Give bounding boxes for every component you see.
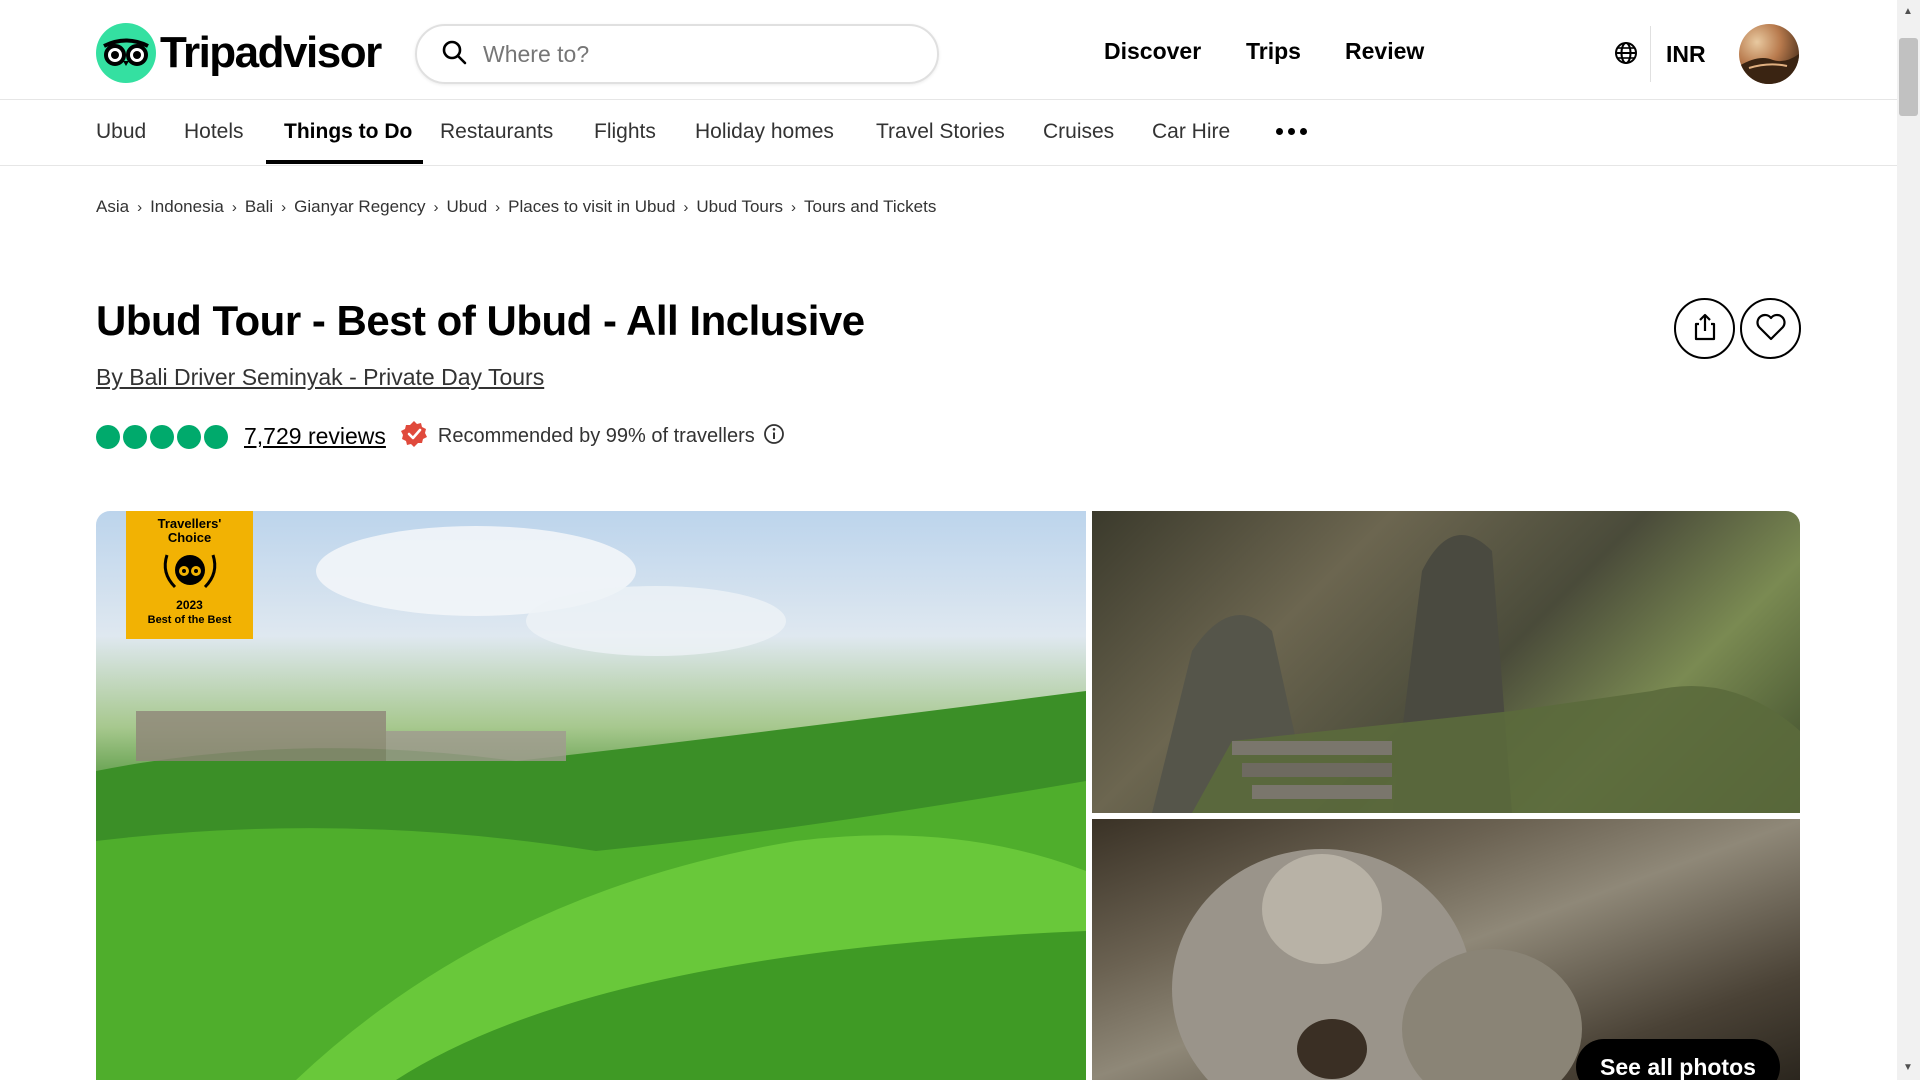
rating-bubble-icon [96,424,120,449]
breadcrumb-current[interactable]: Tours and Tickets [804,197,936,217]
breadcrumb-link[interactable]: Places to visit in Ubud [508,197,675,217]
laurel-owl-icon [155,545,225,600]
subnav-flights[interactable]: Flights [594,120,656,144]
rating-bubble-icon [123,424,147,449]
scrollbar-thumb[interactable] [1899,38,1918,116]
photo-temple-statues[interactable] [1092,511,1800,813]
search-input[interactable] [483,40,903,68]
active-tab-indicator [266,160,423,164]
badge-year: 2023 [176,598,203,612]
chevron-right-icon: › [791,198,797,216]
breadcrumb-link[interactable]: Bali [245,197,273,217]
rating-bubble-icon [204,424,228,449]
heart-icon [1755,312,1787,345]
rating-row: 7,729 reviews Recommended by 99% of trav… [96,420,785,453]
nav-trips[interactable]: Trips [1246,38,1301,65]
nav-review[interactable]: Review [1345,38,1424,65]
subnav-travel-stories[interactable]: Travel Stories [876,120,1005,144]
subnav-ubud[interactable]: Ubud [96,120,146,144]
subnav-holiday-homes[interactable]: Holiday homes [695,120,834,144]
more-options-icon[interactable] [1276,128,1307,135]
chevron-right-icon: › [281,198,287,216]
badge-title-line2: Choice [167,530,212,545]
subnav-cruises[interactable]: Cruises [1043,120,1114,144]
page-title: Ubud Tour - Best of Ubud - All Inclusive [96,297,865,344]
recommended-text: Recommended by 99% of travellers [437,425,755,447]
chevron-right-icon: › [137,198,143,216]
breadcrumb-link[interactable]: Ubud [447,197,488,217]
breadcrumb-link[interactable]: Asia [96,197,129,217]
globe-icon[interactable] [1613,40,1639,71]
travellers-choice-badge: Travellers' Choice 2023 Best of the Best [126,511,253,639]
chevron-right-icon: › [495,198,501,216]
reviews-link[interactable]: 7,729 reviews [244,423,386,450]
search-icon [441,39,467,70]
rating-bubble-icon [177,424,201,449]
scroll-up-arrow-icon[interactable]: ▲ [1903,6,1913,17]
owl-logo-icon [96,23,156,83]
share-icon [1690,312,1720,345]
page-scrollbar[interactable] [1897,0,1920,1080]
chevron-right-icon: › [231,198,237,216]
breadcrumb: Asia › Indonesia › Bali › Gianyar Regency › … [96,197,936,217]
save-button[interactable] [1740,298,1801,359]
breadcrumb-link[interactable]: Ubud Tours [696,197,783,217]
tripadvisor-logo[interactable]: Tripadvisor [96,23,382,83]
logo-wordmark: Tripadvisor [160,28,382,77]
nav-discover[interactable]: Discover [1104,38,1201,65]
badge-title-line1: Travellers' [157,516,222,531]
badge-subtitle: Best of the Best [147,614,232,626]
scroll-down-arrow-icon[interactable]: ▼ [1903,1062,1913,1073]
chevron-right-icon: › [683,198,689,216]
breadcrumb-link[interactable]: Gianyar Regency [294,197,425,217]
rating-bubble-icon [150,424,174,449]
user-avatar[interactable] [1739,24,1799,84]
search-bar[interactable] [415,24,939,84]
subnav-car-hire[interactable]: Car Hire [1152,120,1230,144]
verified-badge-icon [400,420,428,453]
breadcrumb-link[interactable]: Indonesia [150,197,224,217]
secondary-nav: Ubud Hotels Things to Do Restaurants Fli… [0,100,1897,166]
info-icon[interactable] [763,423,785,450]
top-header: Tripadvisor Discover Trips Review INR [0,0,1897,100]
share-button[interactable] [1674,298,1735,359]
currency-selector[interactable]: INR [1650,26,1706,82]
subnav-things-to-do[interactable]: Things to Do [284,120,412,144]
see-all-photos-button[interactable]: See all photos [1576,1039,1780,1080]
rating-bubbles [96,424,228,449]
chevron-right-icon: › [433,198,439,216]
subnav-hotels[interactable]: Hotels [184,120,244,144]
subnav-restaurants[interactable]: Restaurants [440,120,553,144]
operator-link[interactable]: By Bali Driver Seminyak - Private Day To… [96,364,544,391]
